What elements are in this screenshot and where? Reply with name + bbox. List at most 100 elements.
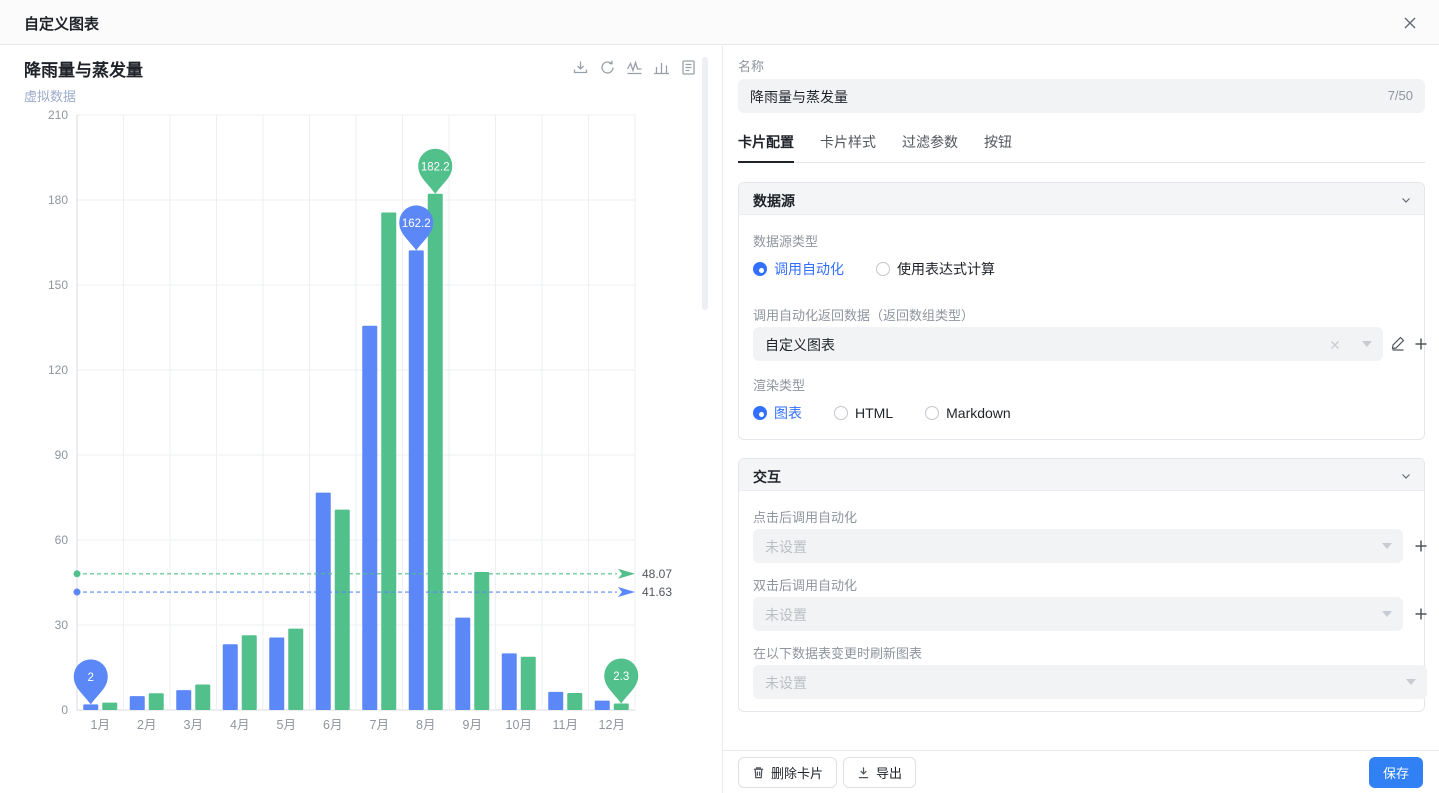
svg-text:10月: 10月 — [506, 718, 532, 732]
interaction-section-header[interactable]: 交互 — [739, 459, 1424, 491]
save-button[interactable]: 保存 — [1369, 757, 1423, 788]
svg-text:210: 210 — [48, 108, 68, 122]
svg-text:12月: 12月 — [599, 718, 625, 732]
interaction-section: 交互 点击后调用自动化 未设置 双击后调用自动化 未设置 在以下数据表变更时刷新… — [738, 458, 1425, 712]
datasource-section-title: 数据源 — [753, 191, 795, 211]
clear-icon[interactable] — [1329, 338, 1341, 350]
name-input[interactable]: 降雨量与蒸发量 7/50 — [738, 79, 1425, 113]
left-panel-scrollbar[interactable] — [702, 57, 708, 310]
name-input-value: 降雨量与蒸发量 — [750, 87, 848, 107]
refresh-on-table-change-label: 在以下数据表变更时刷新图表 — [753, 643, 922, 662]
chevron-down-icon — [1382, 611, 1392, 617]
bar-降雨量-5月[interactable] — [288, 629, 303, 710]
chevron-down-icon — [1406, 679, 1416, 685]
bar-蒸发量-11月[interactable] — [548, 692, 563, 710]
mark-point-min-蒸发量[interactable]: 2 — [74, 659, 108, 704]
chevron-down-icon — [1382, 543, 1392, 549]
chevron-down-icon — [1400, 469, 1412, 481]
svg-text:2月: 2月 — [137, 718, 156, 732]
bar-降雨量-2月[interactable] — [149, 693, 164, 710]
bar-蒸发量-1月[interactable] — [83, 704, 98, 710]
bar-蒸发量-9月[interactable] — [455, 618, 470, 710]
modal-title: 自定义图表 — [24, 13, 99, 34]
svg-text:2: 2 — [88, 672, 94, 684]
bar-蒸发量-12月[interactable] — [595, 701, 610, 710]
svg-text:11月: 11月 — [553, 718, 578, 732]
panel-footer: 删除卡片 导出 保存 — [723, 750, 1439, 793]
tab-card-config[interactable]: 卡片配置 — [738, 132, 794, 162]
automation-select[interactable]: 自定义图表 — [753, 327, 1383, 361]
bar-蒸发量-4月[interactable] — [223, 644, 238, 710]
svg-text:5月: 5月 — [277, 718, 296, 732]
svg-text:120: 120 — [48, 363, 68, 377]
tab-buttons[interactable]: 按钮 — [984, 132, 1012, 162]
add-dblclick-automation-icon[interactable] — [1413, 606, 1429, 622]
radio-expression[interactable]: 使用表达式计算 — [876, 259, 995, 279]
switch-to-bar-icon[interactable] — [653, 59, 670, 76]
chart-subtitle[interactable]: 虚拟数据 — [24, 86, 76, 105]
svg-text:3月: 3月 — [184, 718, 203, 732]
svg-text:30: 30 — [55, 618, 69, 632]
save-as-image-icon[interactable] — [572, 59, 589, 76]
render-type-label: 渲染类型 — [753, 375, 805, 394]
bar-降雨量-6月[interactable] — [335, 510, 350, 710]
chart-panel: 03060901201501802101月2月3月4月5月6月7月8月9月10月… — [0, 46, 722, 793]
datasource-type-label: 数据源类型 — [753, 231, 818, 250]
bar-蒸发量-3月[interactable] — [176, 690, 191, 710]
mark-point-max-降雨量[interactable]: 182.2 — [418, 149, 452, 194]
tab-card-style[interactable]: 卡片样式 — [820, 132, 876, 162]
chart-toolbar — [572, 59, 702, 79]
modal-header: 自定义图表 — [0, 0, 1439, 45]
refresh-table-select[interactable]: 未设置 — [753, 665, 1427, 699]
bar-降雨量-8月[interactable] — [428, 194, 443, 710]
bar-降雨量-1月[interactable] — [102, 703, 117, 710]
click-automation-select[interactable]: 未设置 — [753, 529, 1403, 563]
bar-降雨量-4月[interactable] — [242, 635, 257, 710]
svg-text:9月: 9月 — [463, 718, 482, 732]
add-automation-icon[interactable] — [1413, 336, 1429, 352]
restore-icon[interactable] — [599, 59, 616, 76]
svg-text:8月: 8月 — [416, 718, 435, 732]
bar-蒸发量-6月[interactable] — [316, 493, 331, 710]
radio-dot-icon — [925, 406, 939, 420]
mark-point-min-降雨量[interactable]: 2.3 — [604, 658, 638, 703]
bar-降雨量-9月[interactable] — [474, 572, 489, 710]
radio-dot-icon — [876, 262, 890, 276]
add-click-automation-icon[interactable] — [1413, 538, 1429, 554]
switch-to-line-icon[interactable] — [626, 59, 643, 76]
radio-html[interactable]: HTML — [834, 403, 893, 423]
tab-filter-params[interactable]: 过滤参数 — [902, 132, 958, 162]
rainfall-evaporation-chart[interactable]: 03060901201501802101月2月3月4月5月6月7月8月9月10月… — [0, 46, 722, 793]
export-button[interactable]: 导出 — [843, 757, 916, 788]
svg-text:41.63: 41.63 — [642, 585, 672, 599]
radio-call-automation[interactable]: 调用自动化 — [753, 259, 844, 279]
svg-text:60: 60 — [55, 533, 69, 547]
bar-蒸发量-5月[interactable] — [269, 637, 284, 710]
dblclick-automation-select[interactable]: 未设置 — [753, 597, 1403, 631]
data-view-icon[interactable] — [680, 59, 697, 76]
render-type-radio-group: 图表 HTML Markdown — [753, 403, 1011, 423]
radio-markdown[interactable]: Markdown — [925, 403, 1011, 423]
trash-icon — [752, 766, 765, 779]
radio-dot-icon — [834, 406, 848, 420]
bar-蒸发量-7月[interactable] — [362, 326, 377, 710]
svg-text:4月: 4月 — [230, 718, 249, 732]
bar-蒸发量-10月[interactable] — [502, 653, 517, 710]
bar-降雨量-10月[interactable] — [521, 657, 536, 710]
close-icon[interactable] — [1401, 14, 1419, 32]
bar-降雨量-7月[interactable] — [381, 212, 396, 710]
edit-icon[interactable] — [1390, 335, 1406, 351]
bar-降雨量-3月[interactable] — [195, 685, 210, 711]
bar-降雨量-11月[interactable] — [567, 693, 582, 710]
svg-text:150: 150 — [48, 278, 68, 292]
svg-text:162.2: 162.2 — [402, 218, 431, 230]
radio-chart[interactable]: 图表 — [753, 403, 802, 423]
char-counter: 7/50 — [1388, 88, 1413, 103]
bar-蒸发量-8月[interactable] — [409, 250, 424, 710]
bar-降雨量-12月[interactable] — [614, 703, 629, 710]
datasource-section-header[interactable]: 数据源 — [739, 183, 1424, 215]
delete-card-button[interactable]: 删除卡片 — [738, 757, 837, 788]
config-tabs: 卡片配置 卡片样式 过滤参数 按钮 — [738, 132, 1425, 163]
svg-text:180: 180 — [48, 193, 68, 207]
bar-蒸发量-2月[interactable] — [130, 696, 145, 710]
